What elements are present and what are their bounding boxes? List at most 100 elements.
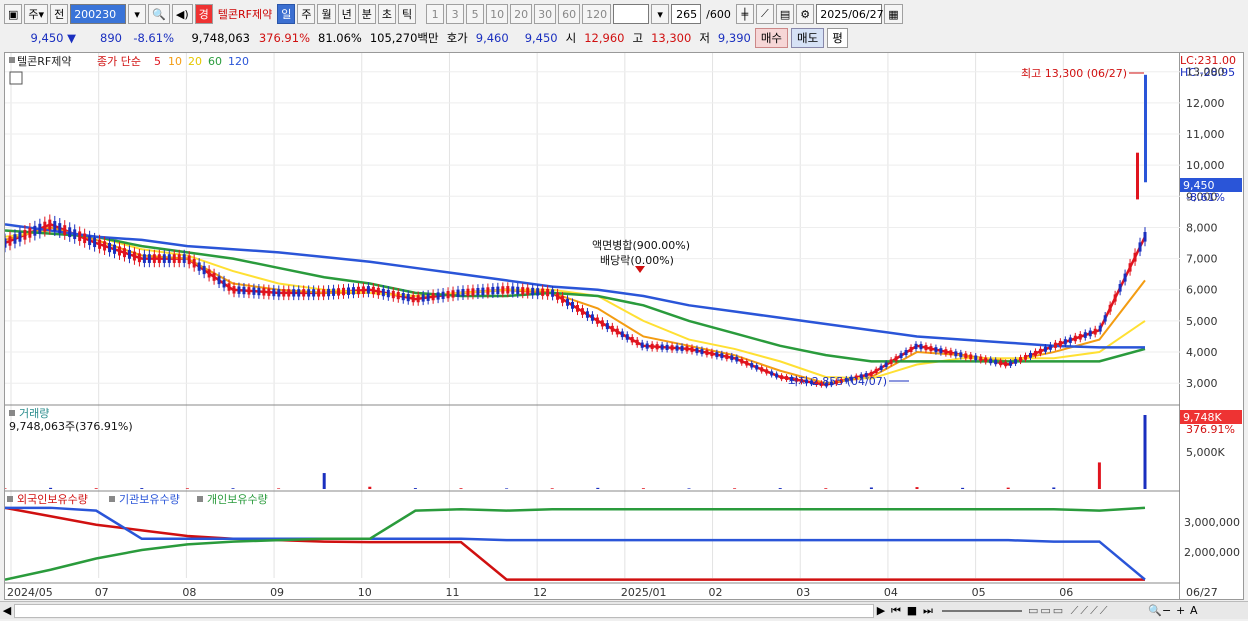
volume-bar <box>1006 487 1010 489</box>
candle-body <box>237 286 241 294</box>
candle-body <box>1138 242 1142 252</box>
calendar-icon[interactable]: ▦ <box>884 4 903 24</box>
candle-body <box>1024 355 1028 360</box>
quote-open-label: 시 <box>565 31 577 45</box>
candle-body <box>451 290 455 298</box>
quote-amount: 105,270백만 <box>369 31 439 45</box>
volume-bar <box>3 488 7 489</box>
search-icon[interactable]: 🔍 <box>148 4 170 24</box>
zoom-out-icon[interactable]: − <box>1162 604 1176 617</box>
candle-body <box>571 301 575 309</box>
candle-body <box>142 254 146 263</box>
candle-body <box>1068 337 1072 343</box>
high-annotation: 최고 13,300 (06/27) <box>1021 67 1127 80</box>
candle-body <box>511 286 515 294</box>
candle-body <box>914 343 918 350</box>
timeframe-year[interactable]: 년 <box>337 4 356 24</box>
interval-30[interactable]: 30 <box>534 4 557 24</box>
price-axis[interactable]: LC:231.00 HC:-28.95 3,000 4,000 5,000 6,000… <box>1180 52 1244 600</box>
timeframe-tick[interactable]: 틱 <box>397 4 417 24</box>
chart-menu-icon[interactable]: ▣ <box>4 4 23 24</box>
candle-body <box>989 358 993 364</box>
candle-body <box>471 288 475 296</box>
zoom-slider[interactable] <box>942 609 1022 612</box>
timeframe-second[interactable]: 초 <box>377 4 396 24</box>
interval-20[interactable]: 20 <box>510 4 533 24</box>
candle-body <box>561 295 565 303</box>
interval-10[interactable]: 10 <box>486 4 509 24</box>
legend-ma-60: 60 <box>208 55 222 68</box>
quote-ask-label: 호가 <box>446 31 468 45</box>
volume-bar <box>1097 462 1101 489</box>
zoom-in-icon[interactable]: + <box>1176 604 1190 617</box>
candle-body <box>167 254 171 263</box>
gear-icon[interactable]: ⚙ <box>796 4 815 24</box>
hold-tick-2m: 2,000,000 <box>1184 546 1240 559</box>
zoom-icon[interactable]: 🔍 <box>1148 604 1162 617</box>
candle-body <box>327 288 331 297</box>
code-dropdown-icon[interactable]: ▾ <box>128 4 147 24</box>
candle-body <box>1043 346 1047 352</box>
timeframe-week[interactable]: 주 <box>297 4 316 24</box>
timeframe-day[interactable]: 일 <box>277 4 296 24</box>
candle-body <box>884 362 888 368</box>
interval-120[interactable]: 120 <box>582 4 612 24</box>
quote-volume: 9,748,063 <box>191 31 250 45</box>
candle-body <box>526 287 530 295</box>
candle-body <box>361 286 365 294</box>
candle-body <box>720 353 724 359</box>
interval-custom-input[interactable] <box>613 4 650 24</box>
candle-body <box>53 221 57 232</box>
ma-line-120 <box>4 223 1145 349</box>
scroll-right-icon[interactable]: ▶ <box>874 604 888 617</box>
next-page-icon[interactable]: ⏭ <box>920 604 936 618</box>
candle-type-icon[interactable]: ╪ <box>735 4 754 24</box>
quote-price: 9,450 ▼ <box>0 31 80 45</box>
candle-body <box>770 371 774 376</box>
buy-button[interactable]: 매수 <box>754 28 789 48</box>
interval-60[interactable]: 60 <box>558 4 581 24</box>
interval-5[interactable]: 5 <box>466 4 485 24</box>
font-size-icon[interactable]: A <box>1190 604 1204 617</box>
volume-bar <box>641 488 645 489</box>
candle-body <box>685 346 689 352</box>
candle-body <box>595 317 599 324</box>
interval-1[interactable]: 1 <box>426 4 445 24</box>
prev-button[interactable]: 전 <box>50 4 69 24</box>
interval-dropdown-icon[interactable]: ▾ <box>651 4 670 24</box>
eval-button[interactable]: 평 <box>827 28 848 48</box>
candle-body <box>137 253 141 263</box>
save-icon[interactable]: ▤ <box>775 4 795 24</box>
count-input[interactable]: 265 <box>671 4 702 24</box>
candle-body <box>700 349 704 355</box>
legend-ma-10: 10 <box>168 55 182 68</box>
timeframe-month[interactable]: 월 <box>317 4 336 24</box>
period-select[interactable]: 주 ▾ <box>24 4 49 24</box>
layout-icons[interactable]: ▭▭▭ ⟋⟋⟋⟋ <box>1028 604 1148 618</box>
legend-name: 텔콘RF제약 <box>17 54 71 68</box>
date-input[interactable]: 2025/06/27 <box>816 4 884 24</box>
candle-body <box>580 308 584 315</box>
hold-series-foreign: 외국인보유수량 <box>17 493 88 506</box>
stock-code-input[interactable]: 200230 <box>70 4 127 24</box>
candle-body <box>1019 357 1023 362</box>
quote-turnover: 81.06% <box>318 31 362 45</box>
draw-tool-icon[interactable]: ⟋ <box>755 4 774 24</box>
candle-body <box>108 242 112 253</box>
scroll-track[interactable] <box>14 603 874 618</box>
stop-icon[interactable]: ■ <box>904 604 920 617</box>
sell-button[interactable]: 매도 <box>791 28 825 48</box>
candle-body <box>496 286 500 295</box>
interval-3[interactable]: 3 <box>446 4 465 24</box>
table-icon[interactable] <box>9 71 23 85</box>
first-page-icon[interactable]: ⏮ <box>888 604 904 618</box>
candle-body <box>1118 284 1122 292</box>
chart-canvas[interactable]: 텔콘RF제약 종가 단순 5 10 20 60 120 최고 13,300 (0… <box>3 52 1181 600</box>
scroll-left-icon[interactable]: ◀ <box>0 604 14 617</box>
candle-body <box>541 288 545 296</box>
candle-body <box>725 354 729 360</box>
candle-body <box>1083 332 1087 338</box>
candle-body <box>735 356 739 362</box>
timeframe-minute[interactable]: 분 <box>357 4 376 24</box>
speaker-icon[interactable]: ◀) <box>171 4 193 24</box>
